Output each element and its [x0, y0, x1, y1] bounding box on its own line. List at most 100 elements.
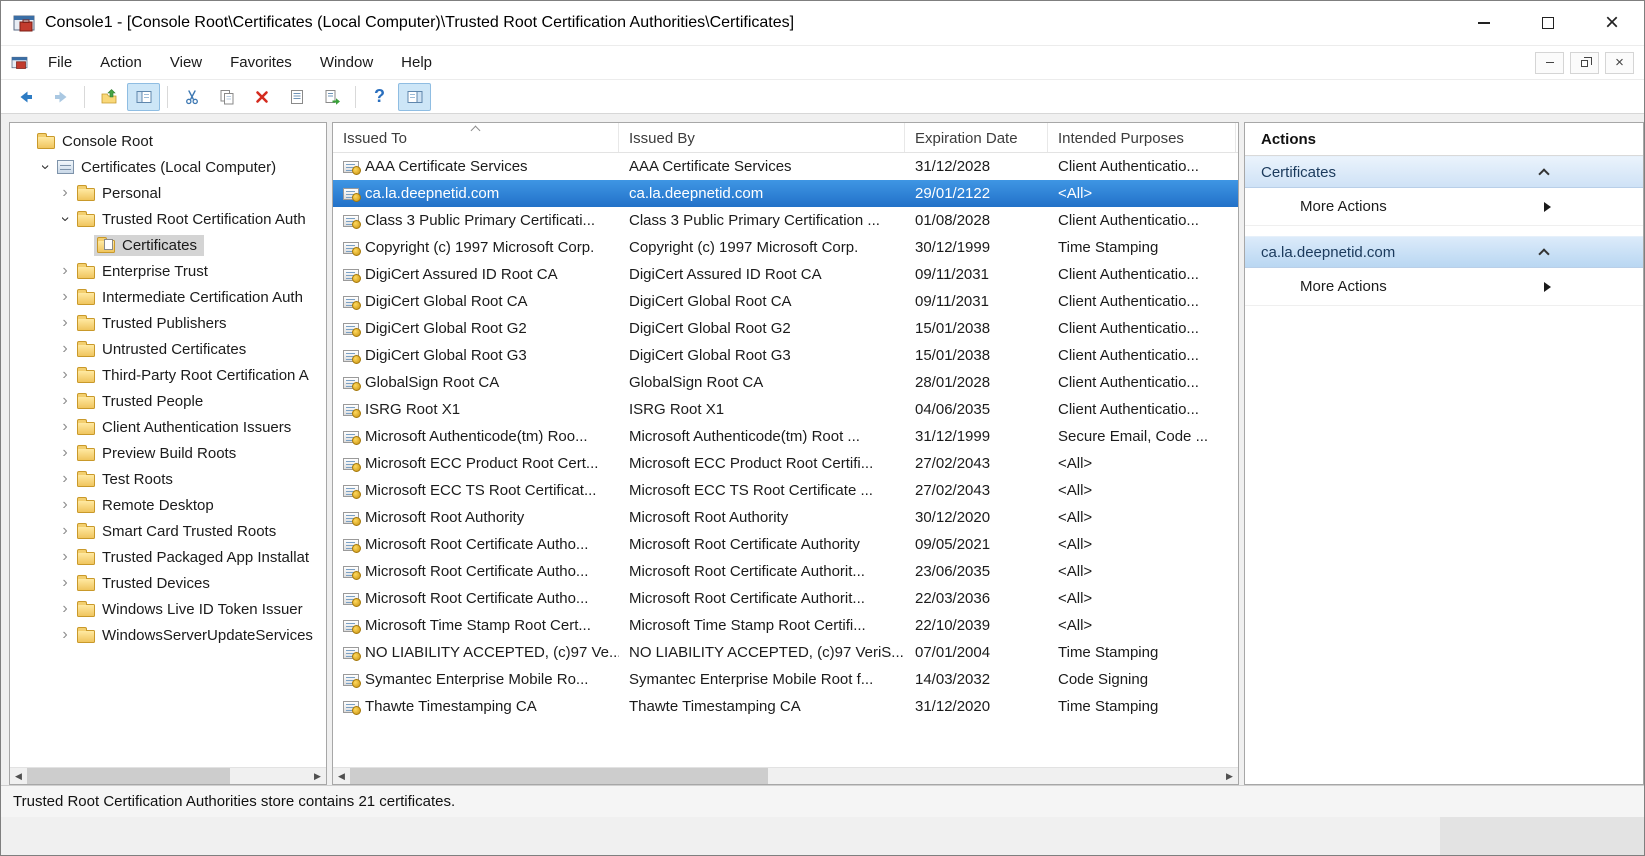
chevron-right-icon[interactable]: ›	[56, 600, 74, 618]
tree-item-test-roots[interactable]: ›Test Roots	[10, 466, 326, 492]
certificate-row[interactable]: DigiCert Global Root CADigiCert Global R…	[333, 288, 1238, 315]
column-header-issued-to[interactable]: Issued To	[333, 123, 619, 152]
close-button[interactable]: ×	[1580, 1, 1644, 45]
tree-item-third-party-root-certification-a[interactable]: ›Third-Party Root Certification A	[10, 362, 326, 388]
certificate-row[interactable]: NO LIABILITY ACCEPTED, (c)97 Ve...NO LIA…	[333, 639, 1238, 666]
tree-item-trusted-devices[interactable]: ›Trusted Devices	[10, 570, 326, 596]
certificate-row[interactable]: DigiCert Global Root G2DigiCert Global R…	[333, 315, 1238, 342]
certificate-row[interactable]: AAA Certificate ServicesAAA Certificate …	[333, 153, 1238, 180]
help-button[interactable]: ?	[363, 83, 396, 111]
chevron-right-icon[interactable]: ›	[56, 470, 74, 488]
tree-item-remote-desktop[interactable]: ›Remote Desktop	[10, 492, 326, 518]
back-button[interactable]	[9, 83, 42, 111]
menu-view[interactable]: View	[156, 46, 216, 79]
chevron-right-icon[interactable]: ›	[56, 574, 74, 592]
certificate-row[interactable]: DigiCert Global Root G3DigiCert Global R…	[333, 342, 1238, 369]
menu-file[interactable]: File	[34, 46, 86, 79]
collapse-chevron-icon[interactable]	[1538, 248, 1549, 259]
menu-action[interactable]: Action	[86, 46, 156, 79]
scroll-left-button[interactable]: ◀	[10, 768, 27, 784]
tree-item-personal[interactable]: ›Personal	[10, 180, 326, 206]
column-header-expiration-date[interactable]: Expiration Date	[905, 123, 1048, 152]
copy-button[interactable]	[210, 83, 243, 111]
column-header-f[interactable]: F	[1236, 123, 1239, 152]
certificate-row[interactable]: ISRG Root X1ISRG Root X104/06/2035Client…	[333, 396, 1238, 423]
chevron-down-icon[interactable]: ›	[56, 210, 74, 228]
actions-section-header[interactable]: Certificates	[1245, 156, 1643, 188]
certificate-row[interactable]: Microsoft Root Certificate Autho...Micro…	[333, 558, 1238, 585]
certificate-row[interactable]: Microsoft ECC TS Root Certificat...Micro…	[333, 477, 1238, 504]
certificate-row[interactable]: Microsoft Time Stamp Root Cert...Microso…	[333, 612, 1238, 639]
chevron-right-icon[interactable]: ›	[56, 392, 74, 410]
menu-favorites[interactable]: Favorites	[216, 46, 306, 79]
chevron-right-icon[interactable]: ›	[56, 262, 74, 280]
actions-section-header[interactable]: ca.la.deepnetid.com	[1245, 236, 1643, 268]
show-hide-console-tree-button[interactable]	[127, 83, 160, 111]
certificate-row[interactable]: Microsoft Root Certificate Autho...Micro…	[333, 531, 1238, 558]
cut-button[interactable]	[175, 83, 208, 111]
mdi-restore-button[interactable]	[1570, 52, 1599, 74]
chevron-right-icon[interactable]: ›	[56, 184, 74, 202]
certificate-row[interactable]: Microsoft Authenticode(tm) Roo...Microso…	[333, 423, 1238, 450]
tree-item-trusted-root-certification-auth[interactable]: ›Trusted Root Certification Auth	[10, 206, 326, 232]
certificate-row[interactable]: Copyright (c) 1997 Microsoft Corp.Copyri…	[333, 234, 1238, 261]
properties-button[interactable]	[280, 83, 313, 111]
certificate-row[interactable]: Class 3 Public Primary Certificati...Cla…	[333, 207, 1238, 234]
certificate-row[interactable]: DigiCert Assured ID Root CADigiCert Assu…	[333, 261, 1238, 288]
chevron-right-icon[interactable]: ›	[56, 522, 74, 540]
chevron-right-icon[interactable]: ›	[56, 314, 74, 332]
tree-item-smart-card-trusted-roots[interactable]: ›Smart Card Trusted Roots	[10, 518, 326, 544]
certificate-row[interactable]: Symantec Enterprise Mobile Ro...Symantec…	[333, 666, 1238, 693]
tree-item-windows-live-id-token-issuer[interactable]: ›Windows Live ID Token Issuer	[10, 596, 326, 622]
action-item-more-actions[interactable]: More Actions	[1245, 268, 1643, 306]
action-item-more-actions[interactable]: More Actions	[1245, 188, 1643, 226]
chevron-right-icon[interactable]: ›	[56, 626, 74, 644]
tree-item-trusted-packaged-app-installat[interactable]: ›Trusted Packaged App Installat	[10, 544, 326, 570]
tree-item-windowsserverupdateservices[interactable]: ›WindowsServerUpdateServices	[10, 622, 326, 648]
menu-window[interactable]: Window	[306, 46, 387, 79]
tree-item-preview-build-roots[interactable]: ›Preview Build Roots	[10, 440, 326, 466]
tree-item-trusted-people[interactable]: ›Trusted People	[10, 388, 326, 414]
chevron-right-icon[interactable]: ›	[56, 288, 74, 306]
tree-item-enterprise-trust[interactable]: ›Enterprise Trust	[10, 258, 326, 284]
column-header-issued-by[interactable]: Issued By	[619, 123, 905, 152]
menu-help[interactable]: Help	[387, 46, 446, 79]
certificate-row[interactable]: Microsoft ECC Product Root Cert...Micros…	[333, 450, 1238, 477]
up-one-level-button[interactable]	[92, 83, 125, 111]
chevron-right-icon[interactable]: ›	[56, 496, 74, 514]
column-header-intended-purposes[interactable]: Intended Purposes	[1048, 123, 1236, 152]
scrollbar-thumb[interactable]	[350, 768, 768, 784]
show-hide-action-pane-button[interactable]	[398, 83, 431, 111]
forward-button[interactable]	[44, 83, 77, 111]
minimize-button[interactable]	[1452, 1, 1516, 45]
scroll-right-button[interactable]: ▶	[1221, 768, 1238, 784]
tree-item-console-root[interactable]: Console Root	[10, 128, 326, 154]
collapse-chevron-icon[interactable]	[1538, 168, 1549, 179]
chevron-right-icon[interactable]: ›	[56, 418, 74, 436]
tree-item-certificates[interactable]: Certificates	[10, 232, 326, 258]
scrollbar-track[interactable]	[27, 768, 309, 784]
scrollbar-track[interactable]	[350, 768, 1221, 784]
chevron-down-icon[interactable]: ›	[36, 158, 54, 176]
delete-button[interactable]	[245, 83, 278, 111]
scroll-left-button[interactable]: ◀	[333, 768, 350, 784]
export-list-button[interactable]	[315, 83, 348, 111]
tree-item-untrusted-certificates[interactable]: ›Untrusted Certificates	[10, 336, 326, 362]
tree-item-client-authentication-issuers[interactable]: ›Client Authentication Issuers	[10, 414, 326, 440]
tree-item-trusted-publishers[interactable]: ›Trusted Publishers	[10, 310, 326, 336]
mdi-close-button[interactable]: ×	[1605, 52, 1634, 74]
tree-item-intermediate-certification-auth[interactable]: ›Intermediate Certification Auth	[10, 284, 326, 310]
chevron-right-icon[interactable]: ›	[56, 340, 74, 358]
maximize-button[interactable]	[1516, 1, 1580, 45]
chevron-right-icon[interactable]: ›	[56, 548, 74, 566]
certificate-row[interactable]: Microsoft Root AuthorityMicrosoft Root A…	[333, 504, 1238, 531]
certificate-row[interactable]: Thawte Timestamping CAThawte Timestampin…	[333, 693, 1238, 720]
scrollbar-thumb[interactable]	[27, 768, 230, 784]
certificate-row[interactable]: Microsoft Root Certificate Autho...Micro…	[333, 585, 1238, 612]
scroll-right-button[interactable]: ▶	[309, 768, 326, 784]
mdi-minimize-button[interactable]	[1535, 52, 1564, 74]
chevron-right-icon[interactable]: ›	[56, 366, 74, 384]
tree-item-certificates-local-computer[interactable]: ›Certificates (Local Computer)	[10, 154, 326, 180]
chevron-right-icon[interactable]: ›	[56, 444, 74, 462]
certificate-row[interactable]: GlobalSign Root CAGlobalSign Root CA28/0…	[333, 369, 1238, 396]
